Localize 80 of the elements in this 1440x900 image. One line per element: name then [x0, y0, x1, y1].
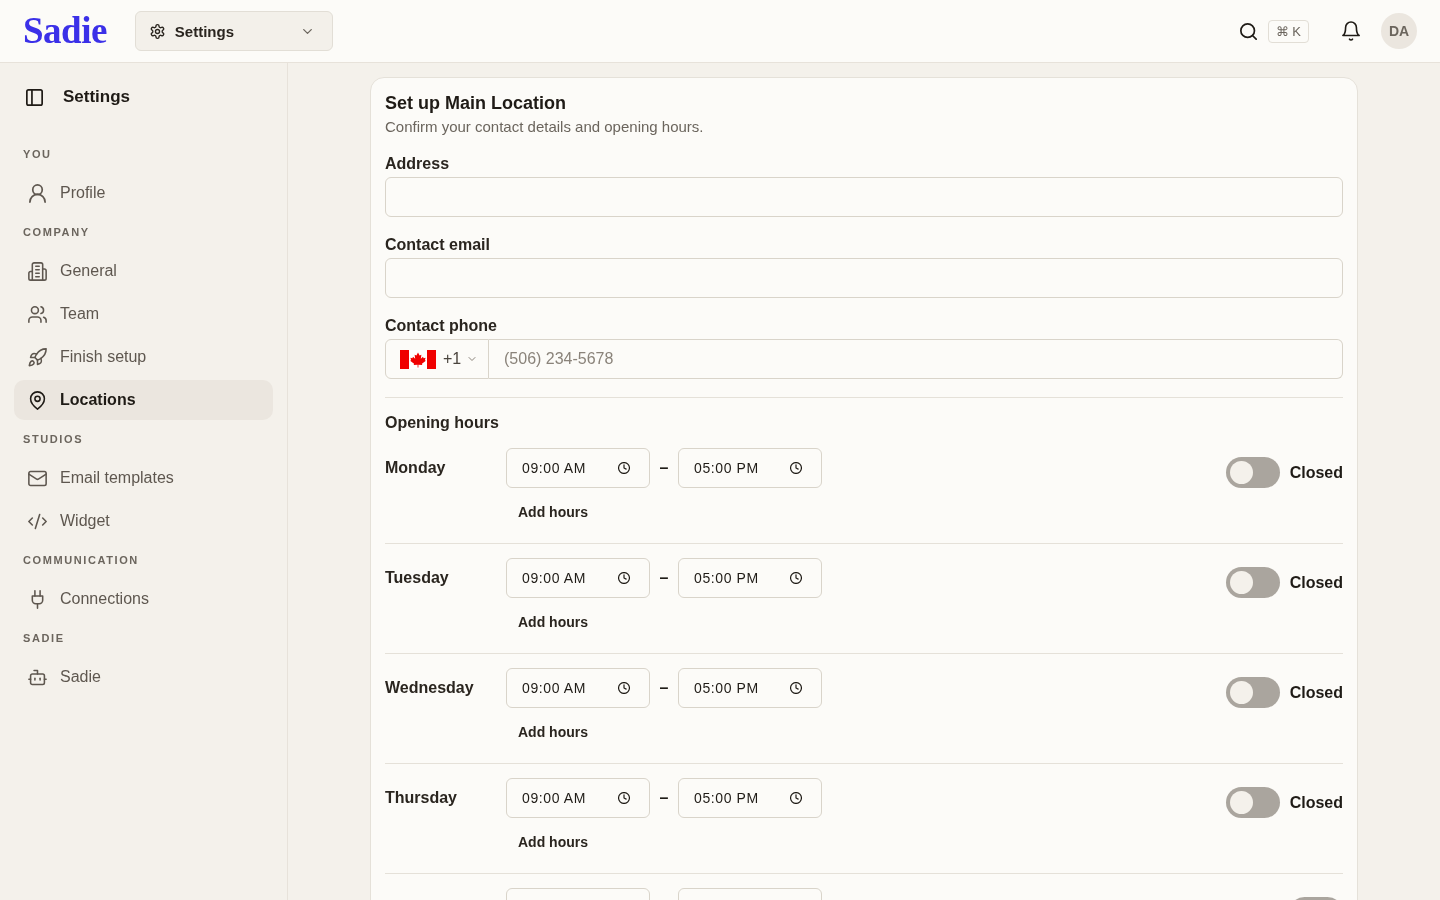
- field-label: Address: [385, 154, 451, 174]
- flag-icon: [400, 349, 436, 369]
- status-label: Closed: [1289, 793, 1343, 812]
- sidebar-title: Settings: [63, 87, 131, 107]
- time-field[interactable]: 05:00 PM: [678, 448, 822, 488]
- sidebar-item[interactable]: Email templates: [14, 458, 273, 498]
- clock-icon: [618, 462, 630, 474]
- clock-icon: [790, 682, 802, 694]
- time-field[interactable]: 09:00 AM: [506, 558, 650, 598]
- add-hours-button[interactable]: Add hours: [518, 502, 588, 522]
- card-subtitle: Confirm your contact details and opening hours.: [385, 117, 705, 137]
- add-hours-button[interactable]: Add hours: [518, 832, 588, 852]
- add-hours-button[interactable]: Add hours: [518, 722, 588, 742]
- range-separator: –: [658, 679, 670, 697]
- time-field[interactable]: 09:00 AM: [506, 668, 650, 708]
- logo[interactable]: Sadie: [23, 11, 107, 51]
- clock-icon: [618, 682, 630, 694]
- clock-icon: [618, 792, 630, 804]
- email-input[interactable]: [385, 258, 1343, 298]
- users-icon: [28, 304, 47, 324]
- section-label: SADIE: [23, 631, 66, 646]
- chevron-down-icon: [302, 28, 312, 34]
- time-field[interactable]: 05:00 PM: [678, 558, 822, 598]
- address-input[interactable]: [385, 177, 1343, 217]
- user-icon: [28, 183, 47, 203]
- robot-icon: [28, 667, 47, 687]
- range-separator: –: [658, 789, 670, 807]
- sidebar-item[interactable]: Connections: [14, 579, 273, 619]
- rocket-icon: [28, 347, 47, 367]
- code-icon: [28, 511, 47, 531]
- toggle-switch[interactable]: [1225, 677, 1280, 708]
- bell-icon[interactable]: [1342, 21, 1360, 41]
- time-field[interactable]: 05:00 PM: [678, 778, 822, 818]
- settings-dropdown[interactable]: Settings: [134, 11, 333, 51]
- field-label: Contact email: [385, 235, 491, 255]
- field-label: Contact phone: [385, 316, 498, 336]
- toggle-switch[interactable]: [1225, 567, 1280, 598]
- map-pin-icon: [28, 390, 47, 410]
- day-label: Wednesday: [385, 679, 474, 696]
- sidebar-item[interactable]: General: [14, 251, 273, 291]
- sidebar-item[interactable]: Locations: [14, 380, 273, 420]
- search-icon[interactable]: [1239, 22, 1257, 40]
- sidebar-item[interactable]: Widget: [14, 501, 273, 541]
- day-label: Thursday: [385, 789, 457, 806]
- sidebar-item[interactable]: Finish setup: [14, 337, 273, 377]
- toggle-switch[interactable]: [1225, 457, 1280, 488]
- clock-icon: [618, 572, 630, 584]
- section-heading: Opening hours: [385, 413, 500, 433]
- range-separator: –: [658, 569, 670, 587]
- card-title: Set up Main Location: [385, 92, 567, 115]
- day-label: Tuesday: [385, 569, 449, 586]
- shortcut-hint: ⌘ K: [1267, 19, 1309, 43]
- range-separator: –: [658, 459, 670, 477]
- time-field[interactable]: 09:00 AM: [506, 448, 650, 488]
- clock-icon: [790, 572, 802, 584]
- toggle-switch[interactable]: [1225, 787, 1280, 818]
- status-label: Closed: [1289, 683, 1343, 702]
- status-label: Closed: [1289, 463, 1343, 482]
- section-label: STUDIOS: [23, 432, 85, 447]
- sidebar-item[interactable]: Profile: [14, 173, 273, 213]
- add-hours-button[interactable]: Add hours: [518, 612, 588, 632]
- time-field[interactable]: 09:00 AM: [506, 778, 650, 818]
- time-field[interactable]: 05:00 PM: [678, 668, 822, 708]
- section-label: YOU: [23, 147, 53, 162]
- sidebar-item[interactable]: Team: [14, 294, 273, 334]
- sidebar-panel-icon[interactable]: [26, 88, 43, 106]
- status-label: Closed: [1289, 573, 1343, 592]
- user-avatar[interactable]: DA: [1381, 13, 1417, 49]
- chevron-down-icon: [468, 357, 477, 361]
- country-code-dropdown[interactable]: +1: [385, 339, 489, 379]
- building-icon: [28, 261, 47, 281]
- clock-icon: [790, 462, 802, 474]
- section-label: COMPANY: [23, 225, 91, 240]
- day-label: Monday: [385, 459, 446, 476]
- mail-icon: [28, 468, 47, 488]
- section-label: COMMUNICATION: [23, 553, 140, 568]
- sidebar-item[interactable]: Sadie: [14, 657, 273, 697]
- settings-icon: [149, 23, 165, 39]
- clock-icon: [790, 792, 802, 804]
- phone-input[interactable]: (506) 234-5678: [489, 339, 1343, 379]
